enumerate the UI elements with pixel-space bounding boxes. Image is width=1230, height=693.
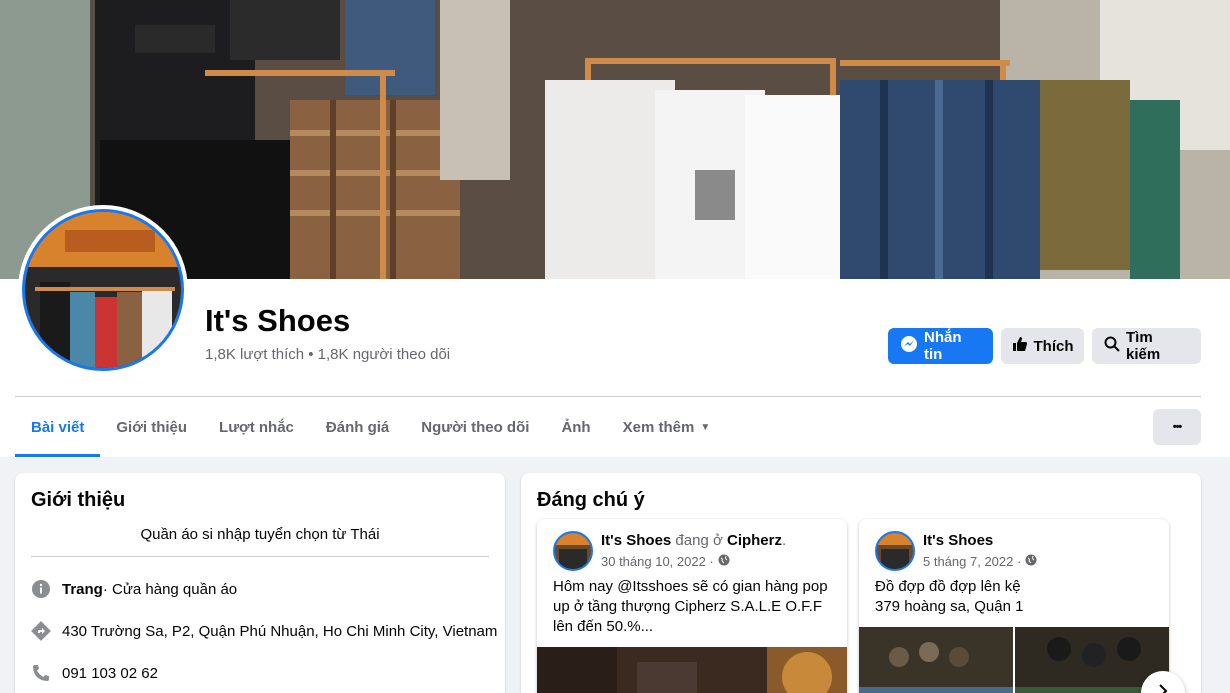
tab-more[interactable]: Xem thêm ▼ [607, 397, 727, 457]
featured-card: Đáng chú ý It's Shoes đang ở Cipherz. 30… [521, 473, 1201, 693]
post-image[interactable] [537, 647, 847, 693]
page-title: It's Shoes [205, 303, 351, 338]
intro-category: Trang · Cửa hàng quần áo [31, 579, 237, 599]
tab-reviews[interactable]: Đánh giá [310, 397, 405, 457]
post-avatar[interactable] [875, 531, 915, 571]
search-button[interactable]: Tìm kiếm [1092, 328, 1201, 364]
post-text: Hôm nay @Itsshoes sẽ có gian hàng pop up… [553, 578, 828, 635]
message-button-label: Nhắn tin [924, 329, 962, 363]
search-button-label: Tìm kiếm [1126, 329, 1161, 363]
post-image[interactable] [859, 627, 1169, 693]
intro-description: Quần áo si nhập tuyển chọn từ Thái [140, 526, 380, 543]
post-text: Đồ đợp đồ đợp lên kệ 379 hoàng sa, Quận … [875, 578, 1024, 615]
intro-address: 430 Trường Sa, P2, Quận Phú Nhuận, Ho Ch… [31, 621, 497, 641]
tab-about[interactable]: Giới thiệu [100, 397, 203, 457]
thumbs-up-icon [1012, 336, 1028, 356]
info-icon [31, 579, 51, 599]
globe-icon [1025, 554, 1037, 569]
search-icon [1104, 336, 1120, 356]
directions-icon [31, 621, 51, 641]
post-header: It's Shoes đang ở Cipherz. [601, 532, 787, 549]
chevron-right-icon [1155, 683, 1171, 693]
category-prefix[interactable]: Trang [62, 581, 103, 598]
more-options-button[interactable]: ••• [1153, 409, 1201, 445]
intro-card: Giới thiệu Quần áo si nhập tuyển chọn từ… [15, 473, 505, 693]
intro-divider [31, 556, 489, 557]
post-author[interactable]: It's Shoes [923, 532, 993, 549]
tab-posts[interactable]: Bài viết [15, 397, 101, 457]
intro-phone: 091 103 02 62 [31, 663, 158, 683]
featured-title: Đáng chú ý [537, 489, 645, 511]
page-avatar[interactable] [18, 205, 188, 375]
like-button[interactable]: Thích [1001, 328, 1084, 364]
post-avatar[interactable] [553, 531, 593, 571]
featured-post[interactable]: It's Shoes đang ở Cipherz. 30 tháng 10, … [537, 519, 847, 693]
post-date[interactable]: 30 tháng 10, 2022 · [601, 554, 730, 569]
post-date[interactable]: 5 tháng 7, 2022 · [923, 554, 1037, 569]
like-button-label: Thích [1033, 337, 1074, 355]
post-header: It's Shoes [923, 532, 993, 549]
post-author[interactable]: It's Shoes [601, 532, 671, 549]
featured-post[interactable]: It's Shoes 5 tháng 7, 2022 · Đồ đợp đồ đ… [859, 519, 1169, 693]
phone-text[interactable]: 091 103 02 62 [62, 665, 158, 682]
phone-icon [31, 663, 51, 683]
intro-title: Giới thiệu [31, 489, 126, 511]
tab-photos[interactable]: Ảnh [545, 397, 606, 457]
post-place[interactable]: Cipherz [727, 532, 782, 549]
page-stats[interactable]: 1,8K lượt thích • 1,8K người theo dõi [205, 346, 450, 363]
tab-followers[interactable]: Người theo dõi [405, 397, 545, 457]
address-text[interactable]: 430 Trường Sa, P2, Quận Phú Nhuận, Ho Ch… [62, 623, 497, 640]
globe-icon [718, 554, 730, 569]
cover-photo[interactable] [0, 0, 1230, 279]
page-tabs: Bài viết Giới thiệu Lượt nhắc Đánh giá N… [15, 397, 726, 457]
caret-down-icon: ▼ [700, 421, 711, 433]
tab-mentions[interactable]: Lượt nhắc [203, 397, 310, 457]
message-button[interactable]: Nhắn tin [888, 328, 993, 364]
messenger-icon [900, 335, 918, 357]
category-text: · Cửa hàng quần áo [102, 580, 238, 598]
